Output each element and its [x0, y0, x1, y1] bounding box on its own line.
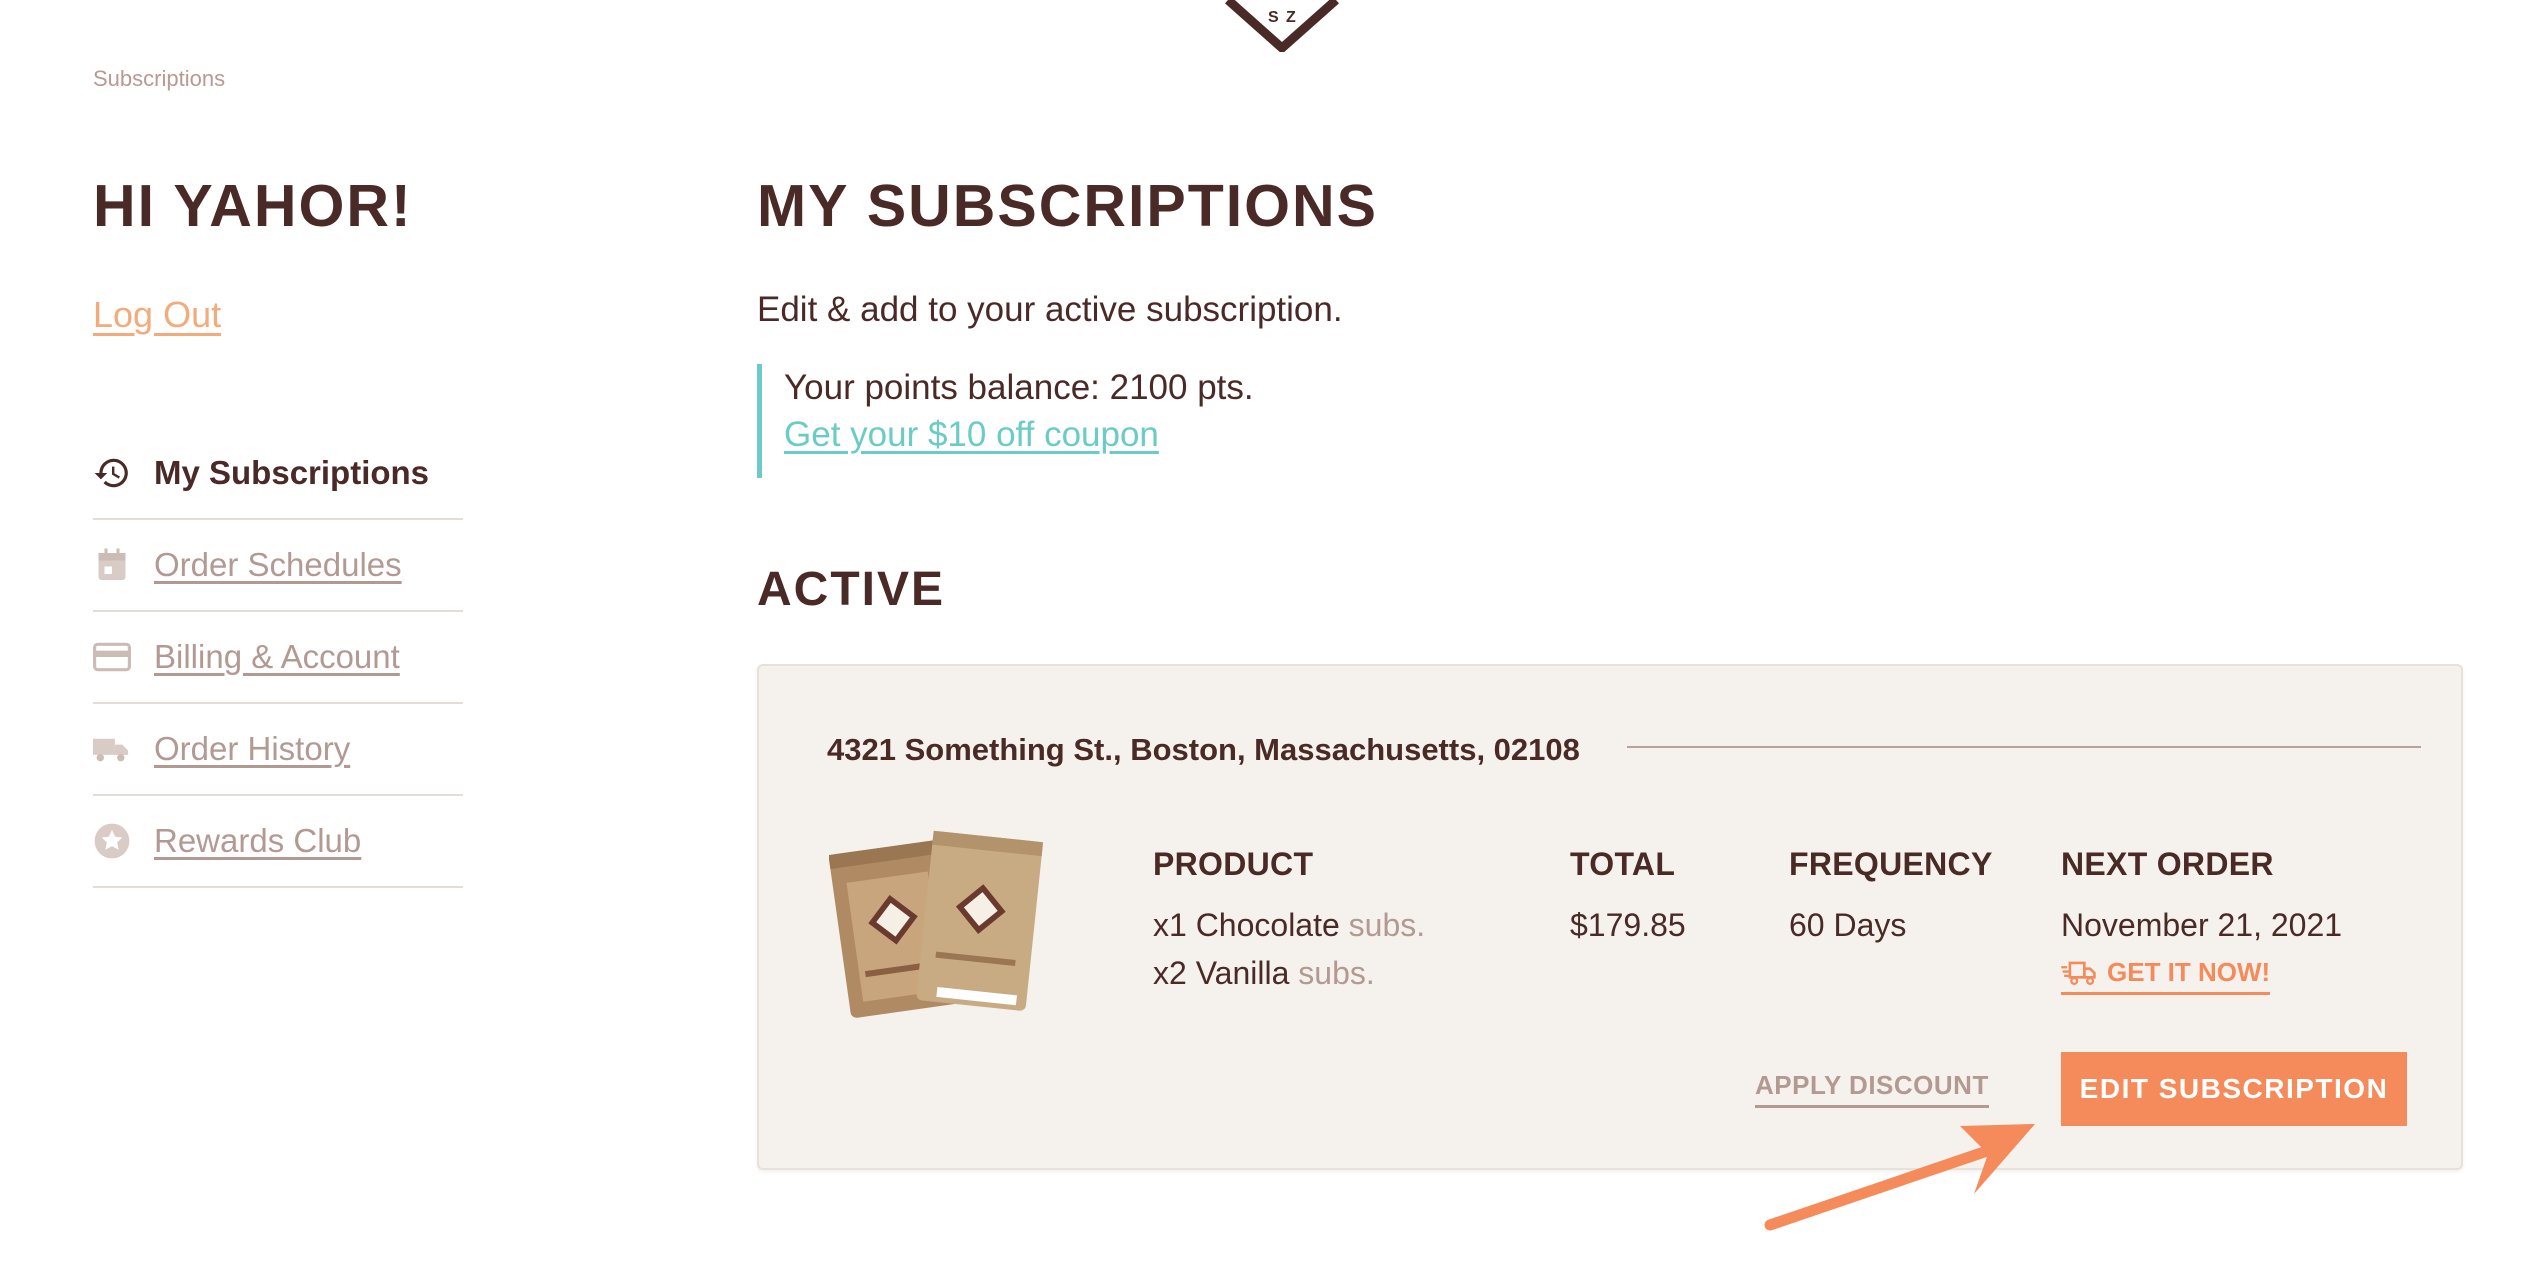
points-balance-text: Your points balance: 2100 pts. [784, 368, 1254, 407]
divider [1627, 746, 2421, 748]
total-column: TOTAL $179.85 [1570, 846, 1686, 949]
page-intro-text: Edit & add to your active subscription. [757, 290, 1343, 329]
sidebar-item-label: Order Schedules [154, 546, 402, 583]
svg-text:S: S [1268, 9, 1279, 26]
account-sidebar-nav: My Subscriptions Order Schedules Billing… [93, 428, 463, 888]
sidebar-item-billing-account[interactable]: Billing & Account [93, 612, 463, 704]
page-title: MY SUBSCRIPTIONS [757, 173, 1378, 239]
apply-discount-link[interactable]: APPLY DISCOUNT [1755, 1070, 1989, 1108]
calendar-icon [93, 546, 131, 584]
frequency-value: 60 Days [1789, 907, 1907, 943]
next-order-column: NEXT ORDER November 21, 2021 GET IT NOW! [2061, 846, 2342, 995]
product-line-item: x1 Chocolate subs. [1153, 901, 1425, 949]
coupon-link[interactable]: Get your $10 off coupon [784, 415, 1159, 454]
get-it-now-label: GET IT NOW! [2107, 957, 2271, 987]
product-name: x1 Chocolate [1153, 907, 1340, 943]
active-section-heading: ACTIVE [757, 563, 946, 616]
product-suffix: subs. [1348, 907, 1426, 943]
svg-text:Z: Z [1286, 9, 1296, 26]
product-bags-image [829, 830, 1044, 1018]
annotation-arrow-icon [1764, 1124, 2035, 1231]
fast-delivery-icon [2061, 961, 2096, 985]
frequency-column-header: FREQUENCY [1789, 846, 1993, 882]
product-suffix: subs. [1298, 955, 1375, 991]
next-order-column-header: NEXT ORDER [2061, 846, 2274, 882]
subscription-card: 4321 Something St., Boston, Massachusett… [757, 664, 2463, 1170]
credit-card-icon [93, 638, 131, 676]
frequency-column: FREQUENCY 60 Days [1789, 846, 1993, 949]
sidebar-item-my-subscriptions[interactable]: My Subscriptions [93, 428, 463, 520]
truck-icon [93, 730, 131, 768]
sidebar-item-label: Order History [154, 730, 351, 767]
product-name: x2 Vanilla [1153, 955, 1290, 991]
total-column-header: TOTAL [1570, 846, 1676, 882]
edit-subscription-button[interactable]: EDIT SUBSCRIPTION [2061, 1052, 2407, 1126]
sidebar-item-order-schedules[interactable]: Order Schedules [93, 520, 463, 612]
sidebar-item-label: Billing & Account [154, 638, 400, 675]
total-value: $179.85 [1570, 907, 1686, 943]
brand-logo-icon[interactable]: S Z [1222, 0, 1342, 52]
points-balance-callout: Your points balance: 2100 pts. Get your … [757, 364, 1254, 478]
get-it-now-link[interactable]: GET IT NOW! [2061, 957, 2271, 995]
sidebar-item-order-history[interactable]: Order History [93, 704, 463, 796]
star-icon [93, 822, 131, 860]
logout-link[interactable]: Log Out [93, 294, 221, 336]
greeting-heading: HI YAHOR! [93, 173, 413, 239]
sidebar-item-label: My Subscriptions [154, 454, 430, 491]
breadcrumb[interactable]: Subscriptions [93, 66, 225, 92]
product-line-item: x2 Vanilla subs. [1153, 949, 1425, 997]
product-column: PRODUCT x1 Chocolate subs. x2 Vanilla su… [1153, 846, 1425, 997]
sidebar-item-label: Rewards Club [154, 822, 362, 859]
sidebar-item-rewards-club[interactable]: Rewards Club [93, 796, 463, 888]
history-icon [93, 454, 131, 492]
product-column-header: PRODUCT [1153, 846, 1314, 882]
next-order-date: November 21, 2021 [2061, 907, 2343, 943]
shipping-address: 4321 Something St., Boston, Massachusett… [827, 732, 1580, 767]
